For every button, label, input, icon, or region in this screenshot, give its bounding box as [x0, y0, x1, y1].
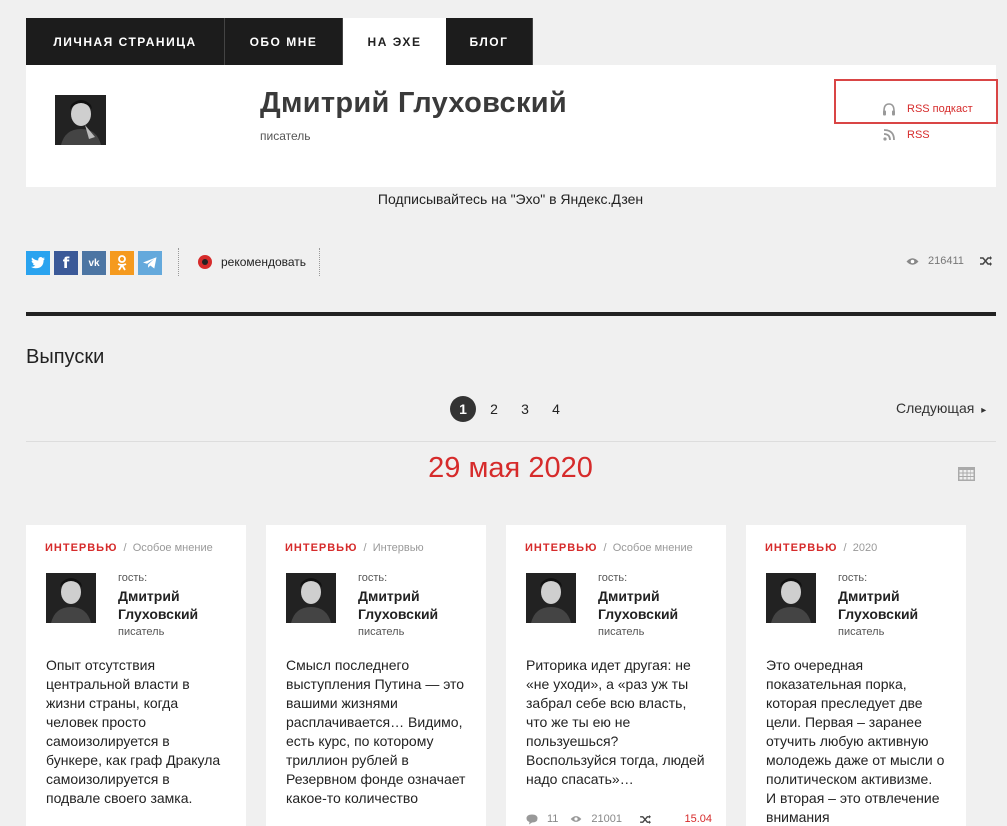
- tab-on-echo[interactable]: НА ЭХЕ: [343, 18, 446, 65]
- card-category[interactable]: ИНТЕРВЬЮ: [285, 542, 357, 554]
- guest-name[interactable]: Дмитрий Глуховский: [838, 587, 958, 623]
- episode-card[interactable]: ИНТЕРВЬЮ / 2020 гость: Дмитрий Глуховски…: [746, 525, 966, 826]
- profile-tabs: ЛИЧНАЯ СТРАНИЦА ОБО МНЕ НА ЭХЕ БЛОГ: [26, 18, 533, 65]
- page-3[interactable]: 3: [512, 396, 538, 422]
- comment-icon: [526, 814, 538, 824]
- tab-blog[interactable]: БЛОГ: [446, 18, 533, 65]
- guest-name[interactable]: Дмитрий Глуховский: [598, 587, 718, 623]
- shuffle-icon[interactable]: [979, 256, 992, 266]
- author-header: Дмитрий Глуховский писатель RSS подкаст …: [26, 65, 998, 187]
- share-buttons: f vk: [26, 251, 166, 275]
- card-category[interactable]: ИНТЕРВЬЮ: [765, 542, 837, 554]
- recommend-separator: [319, 248, 320, 276]
- guest-label: гость:: [838, 572, 868, 584]
- card-program[interactable]: 2020: [853, 542, 877, 554]
- shuffle-icon[interactable]: [640, 814, 651, 824]
- card-program[interactable]: Интервью: [373, 542, 424, 554]
- telegram-icon: [143, 257, 157, 269]
- date-divider: [26, 441, 996, 442]
- calendar-icon[interactable]: [958, 467, 975, 481]
- card-tag: ИНТЕРВЬЮ / Интервью: [285, 542, 424, 554]
- page-2[interactable]: 2: [481, 396, 507, 422]
- guest-avatar[interactable]: [46, 573, 96, 623]
- next-page-label: Следующая: [896, 400, 975, 416]
- vk-icon: vk: [88, 257, 100, 269]
- rss-podcast-label: RSS подкаст: [907, 103, 973, 115]
- guest-label: гость:: [118, 572, 148, 584]
- guest-name[interactable]: Дмитрий Глуховский: [118, 587, 238, 623]
- record-icon: [198, 255, 212, 269]
- share-facebook-button[interactable]: f: [54, 251, 78, 275]
- card-stats: 11 21001 15.04: [526, 813, 712, 825]
- share-odnoklassniki-button[interactable]: [110, 251, 134, 275]
- next-page-link[interactable]: Следующая ▸: [896, 400, 986, 416]
- headphones-icon: [881, 101, 897, 117]
- card-tag: ИНТЕРВЬЮ / Особое мнение: [45, 542, 213, 554]
- guest-role: писатель: [118, 626, 165, 638]
- guest-role: писатель: [838, 626, 885, 638]
- card-excerpt[interactable]: Опыт отсутствия центральной власти в жиз…: [46, 656, 226, 808]
- odnoklassniki-icon: [117, 255, 127, 271]
- tab-about[interactable]: ОБО МНЕ: [225, 18, 343, 65]
- page-4[interactable]: 4: [543, 396, 569, 422]
- episode-card[interactable]: ИНТЕРВЬЮ / Особое мнение гость: Дмитрий …: [26, 525, 246, 826]
- facebook-icon: f: [62, 254, 70, 272]
- guest-role: писатель: [598, 626, 645, 638]
- author-name: Дмитрий Глуховский: [260, 87, 568, 119]
- card-excerpt[interactable]: Риторика идет другая: не «не уходи», а «…: [526, 656, 706, 789]
- share-separator: [178, 248, 179, 276]
- comments-count[interactable]: 11: [547, 813, 558, 825]
- guest-name[interactable]: Дмитрий Глуховский: [358, 587, 478, 623]
- card-tag: ИНТЕРВЬЮ / 2020: [765, 542, 878, 554]
- subscribe-zen-link[interactable]: Подписывайтесь на "Эхо" в Яндекс.Дзен: [0, 191, 1007, 207]
- rss-label: RSS: [907, 129, 930, 141]
- episode-card[interactable]: ИНТЕРВЬЮ / Интервью гость: Дмитрий Глухо…: [266, 525, 486, 826]
- episode-card[interactable]: ИНТЕРВЬЮ / Особое мнение гость: Дмитрий …: [506, 525, 726, 826]
- share-twitter-button[interactable]: [26, 251, 50, 275]
- share-vk-button[interactable]: vk: [82, 251, 106, 275]
- page-1[interactable]: 1: [450, 396, 476, 422]
- section-divider: [26, 312, 996, 316]
- share-telegram-button[interactable]: [138, 251, 162, 275]
- date-heading: 29 мая 2020: [428, 452, 593, 484]
- rss-icon: [881, 127, 897, 143]
- card-category[interactable]: ИНТЕРВЬЮ: [525, 542, 597, 554]
- eye-icon: [571, 816, 582, 822]
- views-counter: 216411: [906, 255, 992, 267]
- author-avatar[interactable]: [55, 95, 106, 145]
- card-time: 15.04: [684, 813, 712, 825]
- card-program[interactable]: Особое мнение: [133, 542, 213, 554]
- card-category[interactable]: ИНТЕРВЬЮ: [45, 542, 117, 554]
- chevron-right-icon: ▸: [981, 405, 987, 416]
- guest-avatar[interactable]: [526, 573, 576, 623]
- guest-avatar[interactable]: [766, 573, 816, 623]
- card-views-count: 21001: [591, 813, 623, 825]
- eye-icon: [906, 257, 919, 265]
- card-tag: ИНТЕРВЬЮ / Особое мнение: [525, 542, 693, 554]
- pagination: 1 2 3 4: [450, 396, 574, 422]
- guest-role: писатель: [358, 626, 405, 638]
- rss-podcast-link[interactable]: RSS подкаст: [881, 101, 973, 117]
- rss-link[interactable]: RSS: [881, 127, 930, 143]
- card-program[interactable]: Особое мнение: [613, 542, 693, 554]
- recommend-button[interactable]: рекомендовать: [198, 255, 306, 269]
- guest-label: гость:: [358, 572, 388, 584]
- views-count: 216411: [928, 255, 964, 267]
- guest-label: гость:: [598, 572, 628, 584]
- card-excerpt[interactable]: Это очередная показательная порка, котор…: [766, 656, 946, 826]
- tab-personal-page[interactable]: ЛИЧНАЯ СТРАНИЦА: [26, 18, 225, 65]
- card-excerpt[interactable]: Смысл последнего выступления Путина — эт…: [286, 656, 466, 808]
- recommend-label: рекомендовать: [221, 255, 307, 269]
- guest-avatar[interactable]: [286, 573, 336, 623]
- author-role: писатель: [260, 129, 311, 143]
- section-title: Выпуски: [26, 346, 105, 368]
- twitter-icon: [31, 257, 45, 269]
